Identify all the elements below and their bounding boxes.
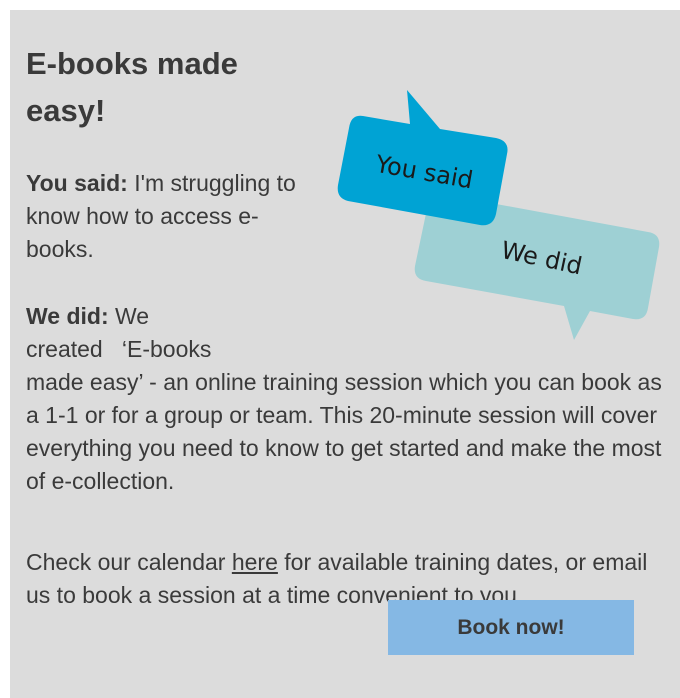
we-did-description: made easy’ - an online training session …: [26, 369, 662, 494]
you-said-label: You said:: [26, 170, 128, 196]
ebooks-card: E-books made easy! You said: I'm struggl…: [10, 10, 680, 698]
calendar-link[interactable]: here: [232, 549, 278, 575]
card-title: E-books made easy!: [26, 46, 238, 128]
you-said-bubble: You said: [337, 90, 508, 226]
we-did-heading: We did: We created ‘E-books: [26, 300, 326, 366]
calendar-prefix: Check our calendar: [26, 549, 232, 575]
speech-bubbles-illustration: We did You said: [337, 90, 660, 340]
book-now-button[interactable]: Book now!: [388, 600, 634, 655]
you-said-paragraph: You said: I'm struggling to know how to …: [26, 167, 326, 266]
we-did-text-line2: created ‘E-books: [26, 336, 212, 362]
we-did-text-line1: We: [115, 303, 150, 329]
we-did-label: We did:: [26, 303, 109, 329]
